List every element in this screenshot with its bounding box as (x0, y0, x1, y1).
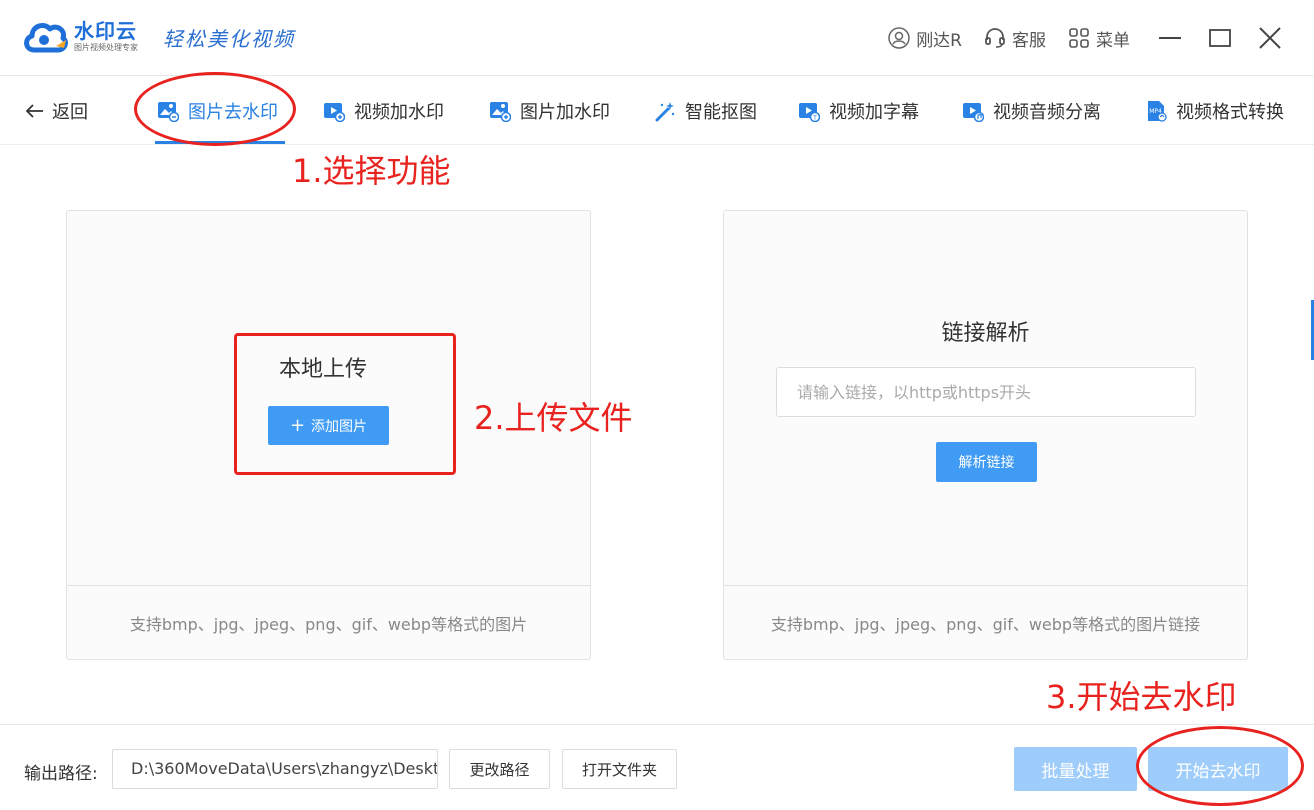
back-label: 返回 (52, 102, 88, 123)
bottom-bar: 输出路径: D:\360MoveData\Users\zhangyz\Deskt… (0, 724, 1314, 810)
mp4-file-icon: MP4 (1148, 101, 1167, 122)
video-add-icon (324, 103, 345, 122)
local-upload-title: 本地上传 (279, 357, 368, 382)
service-label: 客服 (1012, 30, 1046, 51)
active-tab-indicator (155, 141, 285, 144)
parse-link-button[interactable]: 解析链接 (936, 442, 1037, 482)
app-subtitle: 图片视频处理专家 (74, 42, 138, 52)
close-button[interactable] (1252, 20, 1288, 56)
maximize-button[interactable] (1202, 20, 1238, 56)
change-path-button[interactable]: 更改路径 (449, 749, 550, 789)
add-image-label: 添加图片 (311, 418, 368, 435)
minimize-icon (1159, 37, 1181, 39)
upload-format-hint: 支持bmp、jpg、jpeg、png、gif、webp等格式的图片 (67, 585, 590, 659)
tab-video-format-convert[interactable]: MP4 视频格式转换 (1145, 96, 1284, 126)
tab-image-add-watermark[interactable]: 图片加水印 (489, 96, 610, 126)
feature-tab-bar: 返回 图片去水印 视频加水印 图片加水印 智能抠图 T 视频加字幕 视频音频分离… (0, 76, 1314, 145)
link-format-hint: 支持bmp、jpg、jpeg、png、gif、webp等格式的图片链接 (724, 585, 1247, 659)
user-account-button[interactable]: 刚达R (888, 26, 962, 51)
tab-label: 图片加水印 (520, 102, 610, 123)
title-actions: 刚达R 客服 菜单 (888, 20, 1314, 56)
tab-label: 图片去水印 (188, 102, 278, 123)
back-button[interactable]: 返回 (24, 98, 88, 124)
user-name: 刚达R (916, 30, 962, 51)
tab-label: 视频音频分离 (993, 102, 1101, 123)
image-remove-icon (158, 102, 179, 122)
tab-video-subtitle[interactable]: T 视频加字幕 (798, 96, 919, 126)
link-parse-title: 链接解析 (941, 321, 1030, 346)
customer-service-button[interactable]: 客服 (984, 26, 1046, 51)
link-parse-card: 链接解析 解析链接 支持bmp、jpg、jpeg、png、gif、webp等格式… (723, 210, 1248, 660)
tab-label: 智能抠图 (685, 102, 757, 123)
minimize-button[interactable] (1152, 20, 1188, 56)
tab-smart-cutout[interactable]: 智能抠图 (654, 96, 757, 126)
menu-label: 菜单 (1096, 30, 1130, 51)
open-folder-button[interactable]: 打开文件夹 (562, 749, 677, 789)
tab-label: 视频加字幕 (829, 102, 919, 123)
add-image-button[interactable]: + 添加图片 (268, 406, 389, 445)
title-bar: 水印云 图片视频处理专家 轻松美化视频 刚达R 客服 菜单 (0, 0, 1314, 76)
plus-icon: + (289, 414, 306, 436)
tab-label: 视频格式转换 (1176, 102, 1284, 123)
link-input[interactable] (776, 367, 1196, 417)
app-slogan: 轻松美化视频 (163, 27, 295, 51)
video-subtitle-icon: T (799, 103, 820, 122)
cloud-logo-icon (22, 16, 68, 56)
tab-label: 视频加水印 (354, 102, 444, 123)
maximize-icon (1209, 29, 1231, 47)
app-name: 水印云 (74, 18, 137, 43)
output-path-label: 输出路径: (24, 764, 98, 784)
output-path-field[interactable]: D:\360MoveData\Users\zhangyz\Desktop (112, 749, 438, 789)
tab-image-remove-watermark[interactable]: 图片去水印 (157, 96, 278, 126)
tab-video-add-watermark[interactable]: 视频加水印 (323, 96, 444, 126)
annotation-step3: 3.开始去水印 (1046, 678, 1237, 716)
video-audio-icon (963, 103, 984, 122)
tab-video-audio-split[interactable]: 视频音频分离 (962, 96, 1101, 126)
user-icon (888, 27, 910, 49)
start-remove-watermark-button[interactable]: 开始去水印 (1148, 747, 1288, 791)
image-add-icon (490, 102, 511, 122)
app-window: 水印云 图片视频处理专家 轻松美化视频 刚达R 客服 菜单 返回 图片去水印 视… (0, 0, 1314, 810)
batch-process-button[interactable]: 批量处理 (1014, 747, 1137, 791)
annotation-step2: 2.上传文件 (474, 399, 633, 437)
headset-icon (985, 28, 1005, 48)
svg-text:T: T (812, 115, 817, 122)
annotation-step1: 1.选择功能 (292, 152, 451, 190)
grid-menu-icon (1069, 28, 1089, 48)
close-icon (1259, 27, 1281, 49)
magic-wand-icon (655, 102, 675, 122)
app-logo: 水印云 图片视频处理专家 (22, 16, 138, 56)
arrow-left-icon (25, 104, 43, 118)
menu-button[interactable]: 菜单 (1068, 26, 1130, 51)
